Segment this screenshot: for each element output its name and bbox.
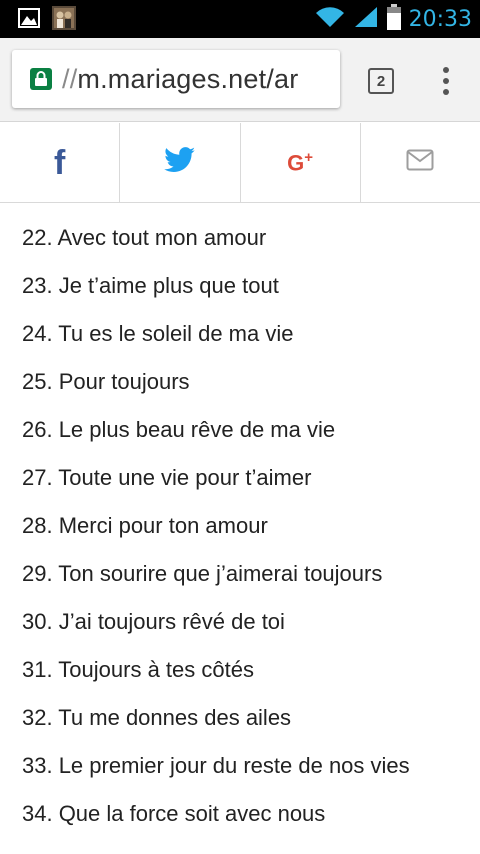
list-item: 23. Je t’aime plus que tout <box>22 273 279 298</box>
share-bar: f G+ <box>0 123 480 203</box>
list-item: 22. Avec tout mon amour <box>22 225 267 250</box>
image-notification-icon <box>18 8 40 33</box>
wifi-icon <box>315 5 345 34</box>
tab-count: 2 <box>376 72 386 90</box>
list-item: 26. Le plus beau rêve de ma vie <box>22 417 336 442</box>
status-bar: 20:33 <box>0 0 480 38</box>
list-item: 33. Le premier jour du reste de nos vies <box>22 753 410 778</box>
photo-thumbnail-icon <box>52 6 76 35</box>
mail-icon <box>406 149 434 176</box>
facebook-icon: f <box>53 143 66 182</box>
list-item: 27. Toute une vie pour t’aimer <box>22 465 312 490</box>
url-host: m.mariages.net/ar <box>77 63 299 94</box>
share-twitter-button[interactable] <box>120 123 241 202</box>
google-plus-icon: G+ <box>287 149 314 176</box>
tab-switcher-button[interactable]: 2 <box>368 68 394 94</box>
list-item: 25. Pour toujours <box>22 369 190 394</box>
url-bar[interactable]: //m.mariages.net/ar <box>12 50 340 108</box>
share-email-button[interactable] <box>361 123 480 202</box>
list-item: 30. J’ai toujours rêvé de toi <box>22 609 285 634</box>
clock: 20:33 <box>408 6 472 32</box>
list-item: 28. Merci pour ton amour <box>22 513 268 538</box>
list-item: 29. Ton sourire que j’aimerai toujours <box>22 561 383 586</box>
overflow-menu-icon[interactable] <box>438 65 454 97</box>
list-item: 31. Toujours à tes côtés <box>22 657 254 682</box>
url-scheme: // <box>62 63 78 94</box>
share-facebook-button[interactable]: f <box>0 123 121 202</box>
battery-icon <box>386 3 401 35</box>
browser-toolbar: //m.mariages.net/ar 2 <box>0 38 480 122</box>
url-text: //m.mariages.net/ar <box>62 64 298 95</box>
twitter-icon <box>164 147 196 178</box>
love-phrases-list: 22. Avec tout mon amour 23. Je t’aime pl… <box>22 214 472 838</box>
lock-icon <box>30 68 52 90</box>
list-item: 32. Tu me donnes des ailes <box>22 705 292 730</box>
list-item: 24. Tu es le soleil de ma vie <box>22 321 294 346</box>
share-google-plus-button[interactable]: G+ <box>241 123 361 202</box>
signal-icon <box>353 5 379 34</box>
list-item: 34. Que la force soit avec nous <box>22 801 326 826</box>
